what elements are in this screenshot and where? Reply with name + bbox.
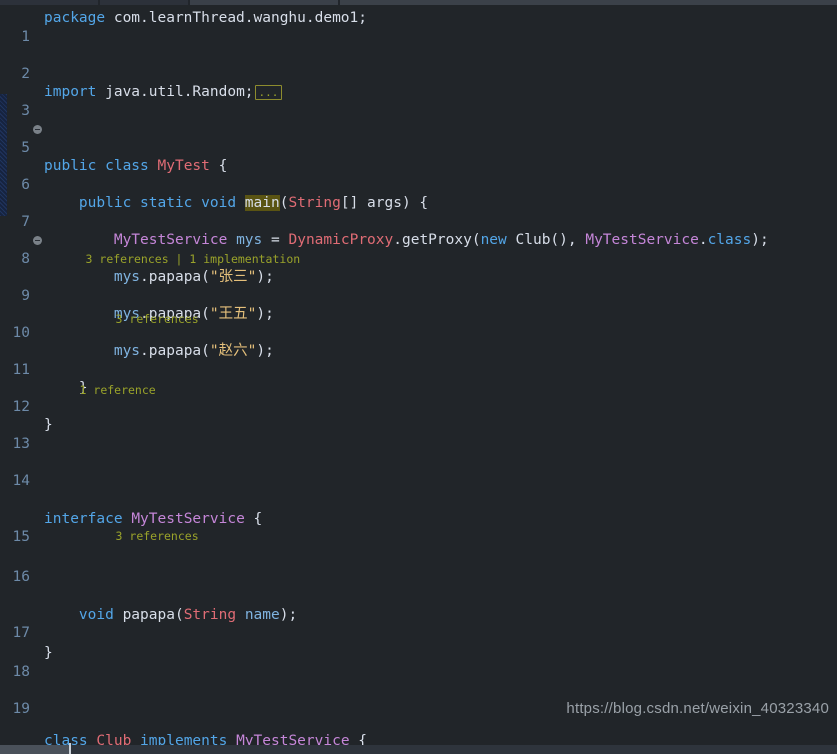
horizontal-scrollbar[interactable]: [0, 743, 837, 754]
code-line[interactable]: 5: [0, 120, 837, 156]
code-text: }: [44, 645, 53, 661]
codelens-annotation[interactable]: 3 references | 1 implementation: [44, 252, 301, 267]
code-line[interactable]: 1 package com.learnThread.wanghu.demo1;: [0, 9, 837, 45]
line-number: 3: [21, 102, 30, 119]
code-line[interactable]: 3 import java.util.Random;...: [0, 83, 837, 134]
code-line[interactable]: 11 mys.papapa("赵六");: [0, 342, 837, 378]
code-line[interactable]: 13 }: [0, 416, 837, 452]
line-number: 2: [21, 65, 30, 82]
scroll-caret-marker: [69, 743, 71, 754]
code-text: import java.util.Random;...: [44, 83, 283, 103]
line-number: 7: [21, 213, 30, 230]
codelens-annotation[interactable]: 3 references: [74, 529, 199, 544]
codelens-text[interactable]: 1 reference: [80, 383, 156, 398]
code-text: interface MyTestService {: [44, 510, 263, 527]
code-line[interactable]: 20 class Club implements MyTestService {: [0, 732, 837, 745]
line-number: 16: [12, 568, 30, 585]
codelens-text[interactable]: 3 references: [116, 529, 199, 544]
line-number: 11: [12, 361, 30, 378]
line-number: 10: [12, 324, 30, 341]
watermark-url: https://blog.csdn.net/weixin_40323340: [566, 700, 829, 717]
line-number: 18: [12, 663, 30, 680]
line-number: 13: [12, 435, 30, 452]
code-text: void papapa(String name);: [44, 606, 298, 623]
code-text: class Club implements MyTestService {: [44, 733, 368, 745]
horizontal-scroll-thumb[interactable]: [0, 745, 70, 754]
code-editor[interactable]: 1 package com.learnThread.wanghu.demo1; …: [0, 5, 837, 745]
code-line[interactable]: 7 public static void main(String[] args)…: [0, 194, 837, 245]
code-line[interactable]: 19: [0, 682, 837, 717]
code-line[interactable]: 17 void papapa(String name);: [0, 606, 837, 642]
line-number: 12: [12, 398, 30, 415]
code-line[interactable]: 9 mys.papapa("张三");: [0, 268, 837, 304]
codelens-annotation[interactable]: 3 references: [74, 312, 199, 327]
code-line[interactable]: 6 public class MyTest {: [0, 157, 837, 193]
line-number: 14: [12, 472, 30, 489]
code-text: package com.learnThread.wanghu.demo1;: [44, 10, 368, 26]
code-text: MyTestService mys = DynamicProxy.getProx…: [113, 232, 769, 248]
line-number: 19: [12, 701, 30, 717]
code-text: public static void main(String[] args) {: [44, 195, 429, 211]
line-number: 17: [12, 625, 30, 641]
line-number: 15: [12, 529, 30, 545]
code-line[interactable]: 14: [0, 453, 837, 489]
codelens-text[interactable]: 3 references | 1 implementation: [86, 252, 301, 267]
line-number: 8: [21, 250, 30, 267]
code-text: public class MyTest {: [44, 158, 228, 174]
code-line[interactable]: 16: [0, 549, 837, 585]
codelens-text[interactable]: 3 references: [116, 312, 199, 327]
code-line[interactable]: 18 }: [0, 644, 837, 680]
codelens-annotation[interactable]: 1 reference: [38, 383, 156, 398]
code-line[interactable]: 2: [0, 46, 837, 82]
line-number: 9: [21, 287, 30, 304]
code-line-list: 1 package com.learnThread.wanghu.demo1; …: [0, 5, 837, 745]
line-number: 6: [21, 176, 30, 193]
line-number: 1: [21, 28, 30, 45]
folded-imports-badge[interactable]: ...: [254, 85, 283, 100]
code-line[interactable]: 8 MyTestService mys = DynamicProxy.getPr…: [0, 231, 837, 267]
code-line[interactable]: 15 interface MyTestService {: [0, 510, 837, 546]
line-number: 5: [21, 139, 30, 156]
